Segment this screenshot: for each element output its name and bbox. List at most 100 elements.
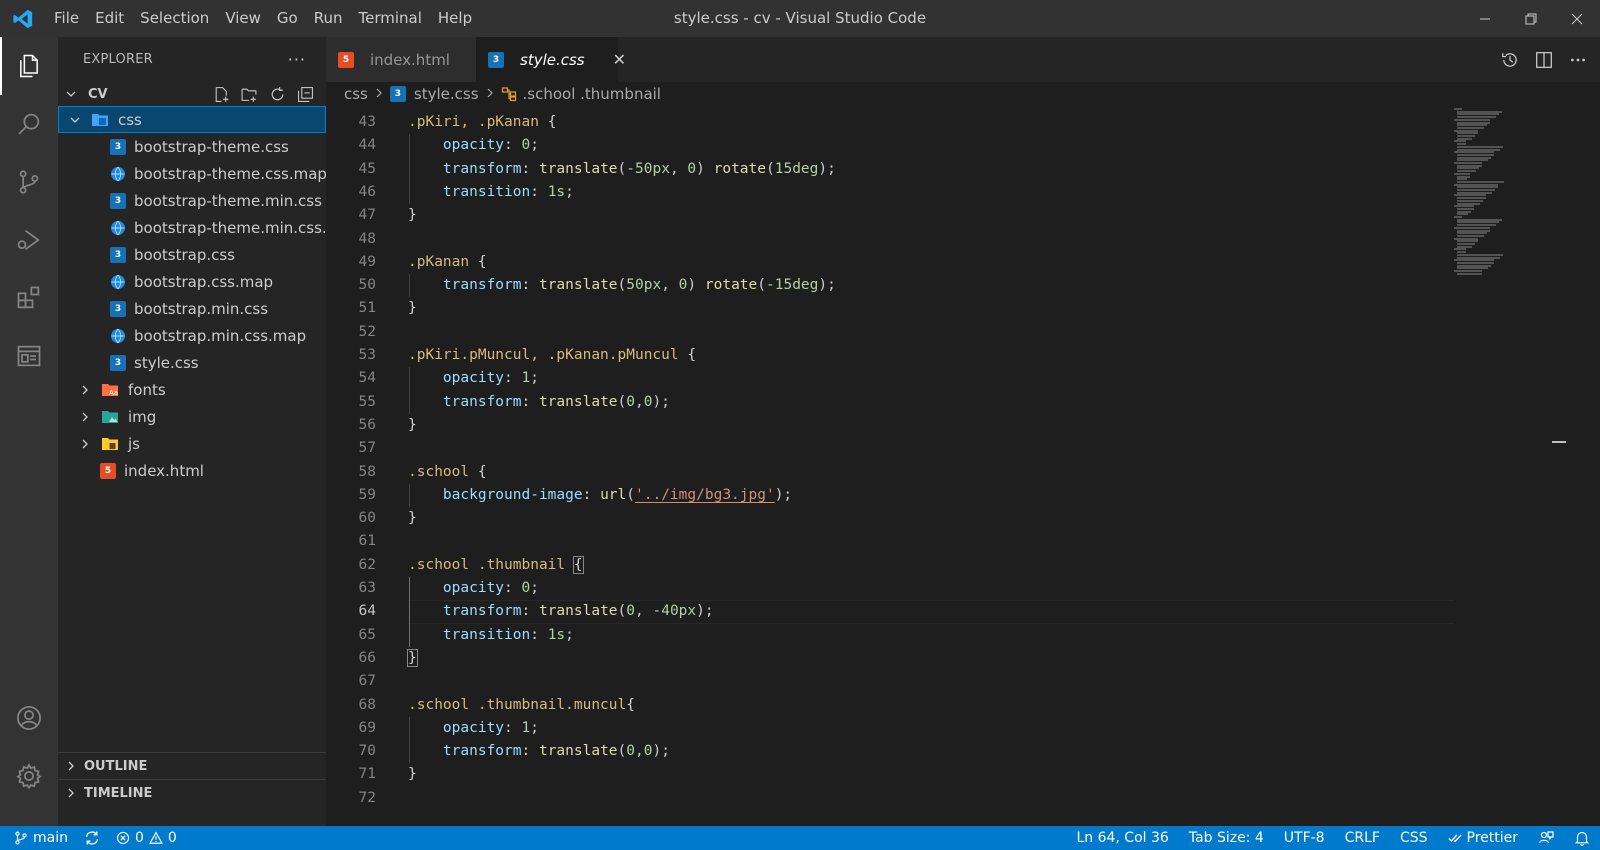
line-number: 59 — [358, 486, 376, 503]
explorer-icon[interactable] — [0, 37, 58, 95]
chevron-right-icon — [76, 438, 94, 450]
line-number: 49 — [358, 253, 376, 270]
code-line: 60} — [326, 507, 1456, 530]
close-window-button[interactable] — [1554, 0, 1600, 37]
extensions-icon[interactable] — [0, 269, 58, 327]
editor-tabs: 5 index.html 3 style.css ✕ — [326, 37, 1600, 82]
tree-item-bootstrap-css-map[interactable]: bootstrap.css.map — [58, 268, 326, 295]
tree-item-bootstrap-theme-min-css[interactable]: 3 bootstrap-theme.min.css — [58, 187, 326, 214]
end-of-line[interactable]: CRLF — [1345, 830, 1380, 846]
tree-item-bootstrap-theme-css-map[interactable]: bootstrap-theme.css.map — [58, 160, 326, 187]
tree-item-index-html[interactable]: 5 index.html — [58, 457, 326, 484]
workspace-folder-header[interactable]: CV — [58, 82, 326, 106]
tree-item-bootstrap-theme-min-css[interactable]: bootstrap-theme.min.css... — [58, 214, 326, 241]
menu-file[interactable]: File — [46, 0, 87, 37]
editor-scrollbar[interactable] — [1552, 106, 1566, 826]
vscode-logo-icon[interactable] — [0, 0, 46, 37]
tree-item-bootstrap-theme-css[interactable]: 3 bootstrap-theme.css — [58, 133, 326, 160]
sync-icon[interactable] — [84, 830, 100, 846]
tab-size[interactable]: Tab Size: 4 — [1189, 830, 1264, 846]
minimap[interactable] — [1450, 106, 1550, 286]
chevron-down-icon — [58, 88, 84, 100]
prettier-status[interactable]: Prettier — [1447, 830, 1518, 846]
menu-terminal[interactable]: Terminal — [351, 0, 430, 37]
code-line: 63 opacity: 0; — [326, 577, 1456, 600]
tab-style-css[interactable]: 3 style.css ✕ — [476, 37, 626, 82]
tree-item-label: bootstrap-theme.min.css — [134, 191, 322, 210]
tree-item-bootstrap-css[interactable]: 3 bootstrap.css — [58, 241, 326, 268]
problems-indicator[interactable]: 0 0 — [116, 830, 177, 846]
tab-label: index.html — [370, 50, 450, 69]
tree-item-img[interactable]: img — [58, 403, 326, 430]
cursor-position[interactable]: Ln 64, Col 36 — [1076, 830, 1168, 846]
remote-explorer-icon[interactable] — [0, 327, 58, 385]
menu-view[interactable]: View — [217, 0, 269, 37]
outline-section[interactable]: OUTLINE — [58, 752, 326, 779]
tree-item-label: style.css — [134, 353, 199, 372]
breadcrumb-folder[interactable]: css — [344, 85, 368, 103]
collapse-all-icon[interactable] — [294, 83, 316, 105]
manage-gear-icon[interactable] — [0, 747, 58, 805]
tree-item-css[interactable]: css — [58, 106, 326, 133]
breadcrumb-symbol[interactable]: .school .thumbnail — [501, 85, 661, 103]
refresh-icon[interactable] — [266, 83, 288, 105]
split-editor-icon[interactable] — [1534, 50, 1554, 70]
tree-item-style-css[interactable]: 3 style.css — [58, 349, 326, 376]
tree-item-fonts[interactable]: Aa fonts — [58, 376, 326, 403]
code-line: 72 — [326, 787, 1456, 810]
css3-icon: 3 — [110, 138, 126, 155]
minimap-line — [1457, 213, 1468, 216]
encoding[interactable]: UTF-8 — [1284, 830, 1325, 846]
chevron-right-icon — [58, 760, 84, 772]
menu-selection[interactable]: Selection — [132, 0, 217, 37]
new-folder-icon[interactable] — [238, 83, 260, 105]
css3-icon: 3 — [110, 246, 126, 263]
tree-item-label: js — [128, 434, 140, 453]
line-number: 68 — [358, 696, 376, 713]
breadcrumb-file[interactable]: 3 style.css — [389, 85, 479, 103]
new-file-icon[interactable] — [210, 83, 232, 105]
code-line: 64 transform: translate(0, -40px); — [326, 600, 1456, 623]
restore-button[interactable] — [1508, 0, 1554, 37]
code-text: } — [408, 416, 417, 433]
chevron-right-icon — [76, 384, 94, 396]
menu-run[interactable]: Run — [306, 0, 351, 37]
line-number: 57 — [358, 440, 376, 457]
code-line: 65 transition: 1s; — [326, 624, 1456, 647]
branch-indicator[interactable]: main — [14, 830, 68, 846]
minimap-line — [1457, 159, 1488, 162]
code-text: .school .thumbnail.muncul{ — [408, 696, 635, 713]
notifications-bell-icon[interactable] — [1574, 830, 1590, 846]
code-text: } — [408, 207, 417, 224]
minimap-line — [1457, 256, 1500, 259]
account-icon[interactable] — [0, 689, 58, 747]
menu-edit[interactable]: Edit — [87, 0, 132, 37]
language-mode[interactable]: CSS — [1400, 830, 1428, 846]
minimize-button[interactable] — [1462, 0, 1508, 37]
title-bar: File Edit Selection View Go Run Terminal Help s… — [0, 0, 1600, 37]
symbol-class-icon — [501, 86, 517, 102]
feedback-icon[interactable] — [1538, 830, 1554, 846]
more-editor-actions-icon[interactable] — [1568, 50, 1588, 70]
run-debug-icon[interactable] — [0, 211, 58, 269]
minimap-line — [1457, 116, 1496, 119]
tree-item-bootstrap-min-css-map[interactable]: bootstrap.min.css.map — [58, 322, 326, 349]
tab-index-html[interactable]: 5 index.html — [326, 37, 476, 82]
line-number: 71 — [358, 766, 376, 783]
search-icon[interactable] — [0, 95, 58, 153]
menu-go[interactable]: Go — [269, 0, 306, 37]
timeline-section[interactable]: TIMELINE — [58, 779, 326, 806]
img-folder-icon — [100, 409, 120, 425]
menu-help[interactable]: Help — [430, 0, 480, 37]
tree-item-js[interactable]: js — [58, 430, 326, 457]
close-tab-icon[interactable]: ✕ — [613, 50, 626, 69]
code-text: transition: 1s; — [442, 183, 574, 200]
code-text: opacity: 0; — [442, 580, 539, 596]
source-control-icon[interactable] — [0, 153, 58, 211]
open-changes-icon[interactable] — [1500, 50, 1520, 70]
minimap-line — [1454, 237, 1478, 240]
minimap-line — [1457, 207, 1474, 210]
more-actions-icon[interactable]: ··· — [288, 50, 306, 69]
tree-item-bootstrap-min-css[interactable]: 3 bootstrap.min.css — [58, 295, 326, 322]
code-editor[interactable]: 43 .pKiri, .pKanan {44 opacity: 0; 45 tran… — [326, 106, 1600, 826]
